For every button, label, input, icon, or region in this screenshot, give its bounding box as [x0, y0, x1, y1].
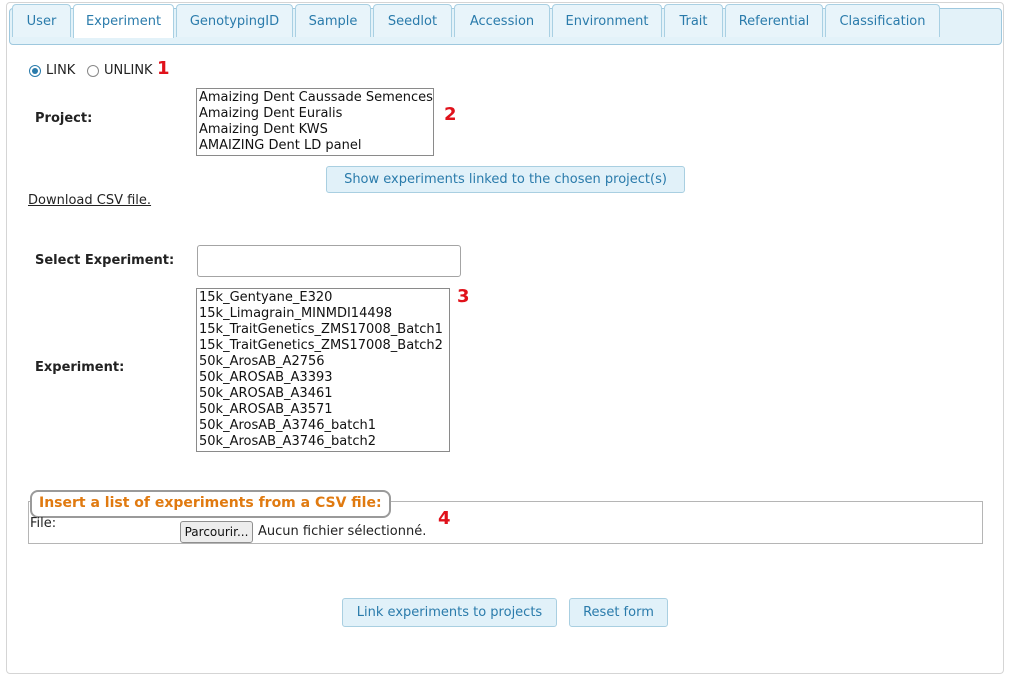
project-option[interactable]: AMAIZING Dent LD panel: [199, 138, 431, 154]
project-option[interactable]: Amaizing Dent KWS: [199, 122, 431, 138]
project-listbox[interactable]: Amaizing Dent Caussade Semences Amaizing…: [196, 88, 434, 156]
experiment-option[interactable]: 50k_ArosAB_A3746_batch1: [199, 418, 447, 434]
unlink-radio[interactable]: [87, 65, 99, 77]
experiment-listbox[interactable]: 15k_Gentyane_E320 15k_Limagrain_MINMDI14…: [196, 288, 450, 452]
file-label: File:: [30, 516, 57, 531]
link-radio[interactable]: [29, 65, 41, 77]
page-frame: [6, 2, 1004, 674]
tab-environment[interactable]: Environment: [552, 4, 662, 37]
experiment-option[interactable]: 50k_ArosAB_A3746_batch2: [199, 434, 447, 450]
csv-legend: Insert a list of experiments from a CSV …: [30, 490, 391, 518]
show-experiments-button[interactable]: Show experiments linked to the chosen pr…: [326, 166, 685, 193]
tab-genotypingid[interactable]: GenotypingID: [176, 4, 293, 37]
tab-accession[interactable]: Accession: [454, 4, 550, 37]
link-experiments-button[interactable]: Link experiments to projects: [342, 598, 557, 627]
annotation-marker-1: 1: [157, 58, 170, 79]
browse-file-button[interactable]: Parcourir...: [180, 521, 253, 543]
experiment-option[interactable]: 50k_AROSAB_A3393: [199, 370, 447, 386]
link-radio-label: LINK: [46, 63, 76, 78]
tab-classification[interactable]: Classification: [825, 4, 940, 37]
project-option[interactable]: Amaizing Dent Euralis: [199, 106, 431, 122]
experiment-option[interactable]: 15k_Limagrain_MINMDI14498: [199, 306, 447, 322]
select-experiment-label: Select Experiment:: [35, 253, 175, 268]
tab-user[interactable]: User: [12, 4, 71, 37]
experiment-option[interactable]: 15k_TraitGenetics_ZMS17008_Batch1: [199, 322, 447, 338]
tab-seedlot[interactable]: Seedlot: [373, 4, 452, 37]
tab-referential[interactable]: Referential: [725, 4, 823, 37]
experiment-option[interactable]: 50k_ArosAB_A2756: [199, 354, 447, 370]
select-experiment-input[interactable]: [197, 245, 461, 277]
project-option[interactable]: Amaizing Dent Caussade Semences: [199, 90, 433, 106]
experiment-label: Experiment:: [35, 360, 125, 375]
annotation-marker-3: 3: [457, 286, 470, 307]
experiment-option[interactable]: 50k_AROSAB_A3461: [199, 386, 447, 402]
annotation-marker-2: 2: [444, 104, 457, 125]
tab-sample[interactable]: Sample: [295, 4, 371, 37]
project-label: Project:: [35, 111, 93, 126]
no-file-text: Aucun fichier sélectionné.: [258, 524, 427, 539]
unlink-radio-label: UNLINK: [104, 63, 153, 78]
experiment-option[interactable]: 15k_Gentyane_E320: [199, 290, 447, 306]
annotation-marker-4: 4: [438, 508, 451, 529]
reset-form-button[interactable]: Reset form: [569, 598, 668, 627]
experiment-option[interactable]: 50k_AROSAB_A3571: [199, 402, 447, 418]
tab-trait[interactable]: Trait: [664, 4, 723, 37]
download-csv-link[interactable]: Download CSV file.: [28, 193, 151, 208]
tab-experiment[interactable]: Experiment: [73, 4, 174, 38]
experiment-option[interactable]: 15k_TraitGenetics_ZMS17008_Batch2: [199, 338, 447, 354]
